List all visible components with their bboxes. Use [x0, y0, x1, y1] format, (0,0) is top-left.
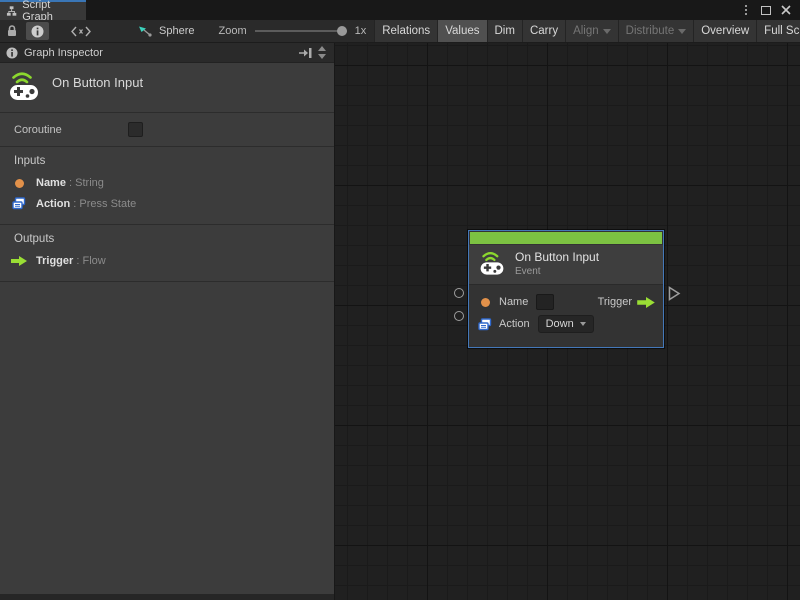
inputs-section: Inputs Name : String Action: Press Stat…: [0, 147, 334, 225]
tab-script-graph[interactable]: Script Graph: [0, 0, 86, 23]
graph-inspector-header: Graph Inspector: [0, 43, 334, 63]
node-on-button-input[interactable]: On Button Input Event Name Trigger Actio…: [468, 230, 664, 348]
string-port-icon: [10, 178, 28, 188]
relations-button[interactable]: Relations: [374, 20, 437, 42]
values-button[interactable]: Values: [437, 20, 487, 42]
graph-canvas[interactable]: On Button Input Event Name Trigger Actio…: [335, 43, 800, 600]
port-row-trigger: Trigger : Flow: [0, 251, 334, 271]
distribute-dropdown-button[interactable]: Distribute: [617, 20, 694, 42]
inspector-footer: [0, 594, 334, 600]
unit-summary: On Button Input: [0, 63, 334, 113]
inputs-title: Inputs: [14, 155, 46, 167]
graph-inspector-panel: Graph Inspector On Button Input Coroutin…: [0, 43, 335, 600]
port-row-action: Action : Press State: [0, 193, 334, 214]
scroll-up-icon[interactable]: [318, 46, 326, 51]
window-menu-button[interactable]: [738, 2, 754, 18]
enum-port-icon[interactable]: [477, 317, 493, 331]
node-row-action: Action Down: [477, 313, 655, 335]
overview-button[interactable]: Overview: [693, 20, 756, 42]
title-bar-spacer: [86, 0, 738, 20]
code-icon: [71, 26, 91, 36]
full-screen-button[interactable]: Full Screen: [756, 20, 800, 42]
dock-panel-icon[interactable]: [297, 47, 312, 59]
title-bar: Script Graph: [0, 0, 800, 23]
node-subtitle: Event: [515, 266, 541, 277]
string-port-icon[interactable]: [477, 297, 493, 307]
unit-title: On Button Input: [52, 75, 144, 90]
dim-button[interactable]: Dim: [486, 20, 522, 42]
gamepad-event-icon: [480, 251, 504, 275]
flow-port-icon[interactable]: [637, 296, 655, 308]
action-value: Down: [545, 318, 574, 330]
node-title: On Button Input: [515, 250, 600, 264]
toolbar-button-group: Relations Values Dim Carry Align Distrib…: [374, 20, 800, 42]
window-maximize-button[interactable]: [758, 2, 774, 18]
gamepad-event-icon: [10, 72, 38, 100]
close-icon: [781, 5, 791, 15]
flow-port-icon: [10, 256, 28, 266]
edit-source-button[interactable]: [51, 20, 111, 42]
node-accent-bar: [470, 232, 662, 244]
coroutine-row: Coroutine: [0, 113, 334, 147]
carry-button[interactable]: Carry: [521, 20, 565, 42]
graph-target-label: Sphere: [159, 25, 195, 37]
action-port-label: Action: [499, 318, 530, 330]
align-dropdown-button[interactable]: Align: [565, 20, 618, 42]
dropdown-caret-icon: [678, 28, 687, 34]
name-port-field[interactable]: [536, 294, 555, 310]
script-graph-icon: [6, 6, 17, 16]
scroll-down-icon[interactable]: [318, 54, 326, 59]
panel-title: Graph Inspector: [24, 46, 103, 59]
lock-icon: [8, 25, 16, 36]
port-row-name: Name : String: [0, 173, 334, 193]
enum-port-icon: [10, 197, 28, 210]
action-value-dropdown[interactable]: Down: [537, 315, 594, 333]
panel-scroll-buttons: [318, 46, 328, 59]
outputs-section: Outputs Trigger : Flow: [0, 225, 334, 282]
window-controls: [738, 0, 800, 20]
info-icon: [6, 46, 18, 59]
outputs-title: Outputs: [14, 233, 55, 245]
inspector-empty-area: [0, 282, 334, 594]
external-input-port-name[interactable]: [454, 288, 464, 298]
external-input-port-action[interactable]: [454, 311, 464, 321]
kebab-menu-icon: [745, 5, 747, 15]
zoom-slider-track: [254, 30, 347, 32]
dropdown-caret-icon: [579, 322, 586, 326]
window-close-button[interactable]: [778, 2, 794, 18]
zoom-control: Zoom 1x: [204, 20, 374, 42]
zoom-label: Zoom: [218, 25, 247, 37]
graph-target-button[interactable]: Sphere: [115, 20, 204, 42]
name-port-label: Name: [499, 296, 529, 308]
content-area: Graph Inspector On Button Input Coroutin…: [0, 43, 800, 600]
maximize-icon: [761, 5, 771, 15]
coroutine-checkbox[interactable]: [128, 122, 143, 137]
zoom-value: 1x: [354, 25, 367, 37]
graph-toolbar: Sphere Zoom 1x Relations Values Dim Carr…: [0, 20, 800, 43]
coroutine-label: Coroutine: [14, 123, 62, 136]
script-machine-icon: [139, 26, 152, 37]
dropdown-caret-icon: [602, 28, 611, 34]
trigger-port-label: Trigger: [597, 296, 632, 308]
inspector-toggle-button[interactable]: [26, 22, 49, 40]
unity-script-graph-window: Script Graph Sphere Zoom 1x Relations Va…: [0, 0, 800, 600]
zoom-slider[interactable]: [254, 25, 347, 37]
node-header[interactable]: On Button Input Event: [469, 245, 663, 284]
lock-button[interactable]: [0, 20, 24, 42]
zoom-slider-knob[interactable]: [336, 26, 347, 36]
info-icon: [31, 25, 44, 37]
node-row-name-trigger: Name Trigger: [477, 291, 655, 313]
external-output-port-trigger[interactable]: [668, 286, 681, 301]
node-body: Name Trigger Action Down: [469, 284, 663, 347]
